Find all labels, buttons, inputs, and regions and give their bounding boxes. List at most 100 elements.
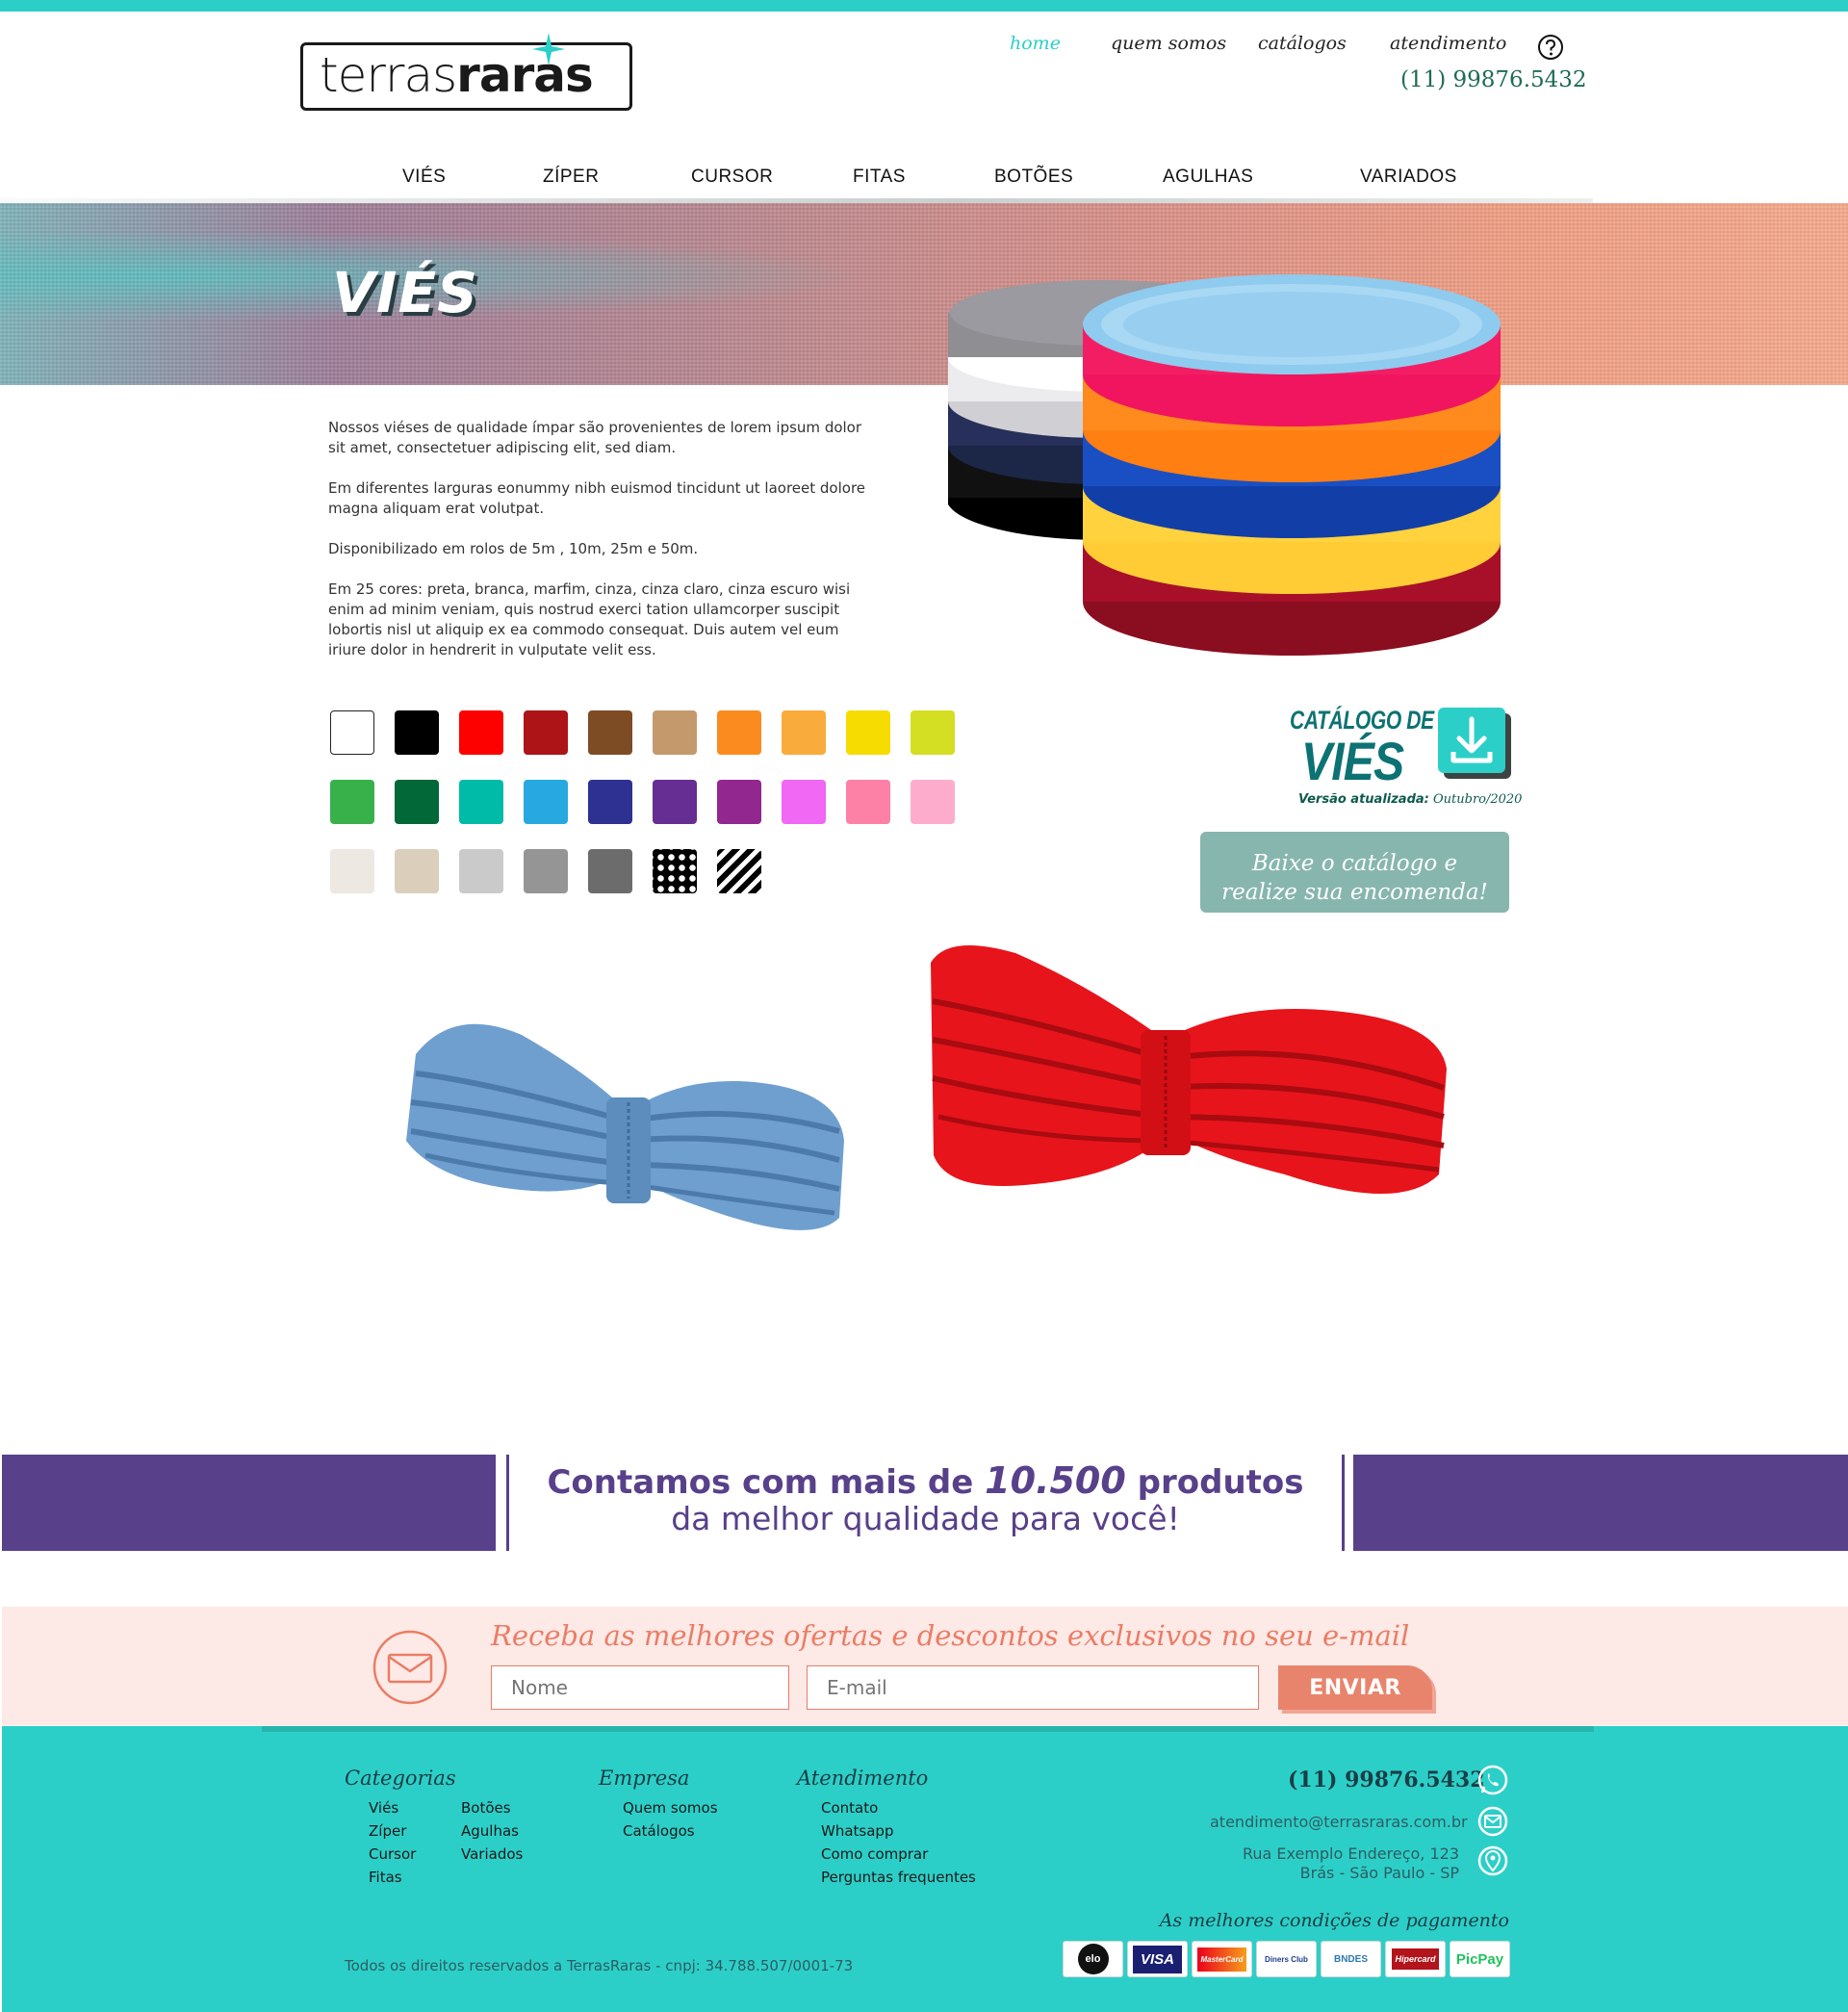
footer-link-agulhas[interactable]: Agulhas bbox=[461, 1822, 519, 1840]
blue-zipper-image bbox=[406, 1023, 844, 1230]
color-swatch[interactable] bbox=[911, 710, 955, 755]
color-swatch[interactable] bbox=[717, 849, 761, 893]
intro-paragraph: Nossos viéses de qualidade ímpar são pro… bbox=[328, 419, 862, 456]
cat-botoes[interactable]: BOTÕES bbox=[994, 167, 1073, 188]
band-headline: Contamos com mais de 10.500 produtos bbox=[509, 1459, 1342, 1502]
color-swatch[interactable] bbox=[588, 710, 632, 755]
color-swatch[interactable] bbox=[330, 849, 374, 893]
footer-categorias-title: Categorias bbox=[345, 1767, 456, 1790]
footer-email[interactable]: atendimento@terrasraras.com.br bbox=[1210, 1813, 1468, 1831]
top-accent-strip bbox=[0, 0, 1848, 12]
color-swatch[interactable] bbox=[588, 849, 632, 893]
color-swatch[interactable] bbox=[588, 780, 632, 824]
band-number: 10.500 bbox=[985, 1459, 1126, 1502]
footer-link-faq[interactable]: Perguntas frequentes bbox=[821, 1869, 976, 1886]
help-icon[interactable] bbox=[1537, 34, 1564, 61]
footer-link-fitas[interactable]: Fitas bbox=[369, 1869, 402, 1886]
header-phone[interactable]: (11) 99876.5432 bbox=[1400, 67, 1587, 92]
footer-link-contato[interactable]: Contato bbox=[821, 1799, 878, 1817]
nav-atendimento[interactable]: atendimento bbox=[1390, 33, 1506, 54]
cat-cursor[interactable]: CURSOR bbox=[691, 167, 773, 188]
color-swatch[interactable] bbox=[330, 780, 374, 824]
hipercard-logo: Hipercard bbox=[1392, 1948, 1439, 1970]
footer-link-variados[interactable]: Variados bbox=[461, 1845, 523, 1863]
footer-link-quem-somos[interactable]: Quem somos bbox=[623, 1799, 718, 1817]
payment-bndes: BNDES bbox=[1321, 1941, 1381, 1977]
bias-tape-rolls-image bbox=[948, 274, 1501, 656]
footer-link-whatsapp[interactable]: Whatsapp bbox=[821, 1822, 893, 1840]
page-title: VIÉS bbox=[332, 260, 478, 325]
color-swatch[interactable] bbox=[653, 780, 697, 824]
intro-paragraph: Disponibilizado em rolos de 5m , 10m, 25… bbox=[328, 540, 699, 557]
band-text-a: Contamos com mais de bbox=[547, 1463, 986, 1502]
picpay-logo: PicPay bbox=[1455, 1950, 1504, 1968]
footer-phone[interactable]: (11) 99876.5432 bbox=[1288, 1767, 1485, 1793]
payment-visa: VISA bbox=[1127, 1941, 1188, 1977]
payment-mastercard: MasterCard bbox=[1192, 1941, 1252, 1977]
intro-paragraph: Em 25 cores: preta, branca, marfim, cinz… bbox=[328, 580, 851, 658]
footer-top-shadow bbox=[262, 1726, 1594, 1732]
color-swatch[interactable] bbox=[653, 710, 697, 755]
footer-link-vies[interactable]: Viés bbox=[369, 1799, 398, 1817]
logo-star-icon bbox=[532, 33, 565, 65]
color-swatch[interactable] bbox=[717, 710, 761, 755]
nav-home[interactable]: home bbox=[1010, 33, 1061, 54]
band-text-b: produtos bbox=[1125, 1463, 1304, 1502]
logo-bold-text: raras bbox=[456, 47, 594, 103]
footer-link-botoes[interactable]: Botões bbox=[461, 1799, 511, 1817]
bndes-logo: BNDES bbox=[1333, 1953, 1368, 1965]
color-swatch[interactable] bbox=[524, 849, 568, 893]
color-swatch[interactable] bbox=[524, 710, 568, 755]
footer-link-cursor[interactable]: Cursor bbox=[369, 1845, 416, 1863]
color-swatch[interactable] bbox=[395, 780, 439, 824]
red-zipper-image bbox=[931, 945, 1447, 1194]
color-swatch[interactable] bbox=[782, 710, 826, 755]
color-swatch[interactable] bbox=[459, 849, 503, 893]
band-divider-right bbox=[1342, 1455, 1345, 1551]
color-swatch[interactable] bbox=[846, 780, 890, 824]
footer-link-catalogos[interactable]: Catálogos bbox=[623, 1822, 695, 1840]
email-icon[interactable] bbox=[1476, 1805, 1509, 1838]
band-left-block bbox=[2, 1455, 496, 1551]
color-swatch[interactable] bbox=[524, 780, 568, 824]
address-line-1: Rua Exemplo Endereço, 123 bbox=[1242, 1844, 1459, 1863]
color-swatch[interactable] bbox=[395, 849, 439, 893]
color-swatch[interactable] bbox=[653, 849, 697, 893]
color-swatch[interactable] bbox=[846, 710, 890, 755]
cat-fitas[interactable]: FITAS bbox=[853, 167, 906, 188]
logo-light-text: terras bbox=[320, 47, 457, 103]
elo-logo: elo bbox=[1077, 1944, 1109, 1974]
cat-variados[interactable]: VARIADOS bbox=[1360, 167, 1457, 188]
cat-agulhas[interactable]: AGULHAS bbox=[1163, 167, 1253, 188]
footer-link-como-comprar[interactable]: Como comprar bbox=[821, 1845, 928, 1863]
payment-diners: Diners Club bbox=[1256, 1941, 1317, 1977]
newsletter-submit-button[interactable]: ENVIAR bbox=[1278, 1665, 1432, 1710]
download-icon[interactable] bbox=[1438, 708, 1511, 779]
visa-logo: VISA bbox=[1132, 1945, 1182, 1973]
address-line-2: Brás - São Paulo - SP bbox=[1299, 1864, 1459, 1882]
color-swatch[interactable] bbox=[782, 780, 826, 824]
newsletter-name-input[interactable] bbox=[491, 1665, 789, 1710]
color-swatch[interactable] bbox=[717, 780, 761, 824]
footer-link-ziper[interactable]: Zíper bbox=[369, 1822, 406, 1840]
footer-address: Rua Exemplo Endereço, 123 Brás - São Pau… bbox=[1155, 1844, 1459, 1883]
color-swatch[interactable] bbox=[911, 780, 955, 824]
color-swatch[interactable] bbox=[330, 710, 374, 755]
catalog-button-line1: Baixe o catálogo e bbox=[1251, 851, 1458, 876]
band-right-block bbox=[1353, 1455, 1848, 1551]
band-subline: da melhor qualidade para você! bbox=[671, 1500, 1180, 1537]
payment-picpay: PicPay bbox=[1450, 1941, 1510, 1977]
cat-ziper[interactable]: ZÍPER bbox=[543, 167, 599, 188]
download-catalog-button[interactable]: Baixe o catálogo e realize sua encomenda… bbox=[1200, 832, 1509, 913]
newsletter-email-input[interactable] bbox=[807, 1665, 1259, 1710]
catalog-version: Versão atualizada: Outubro/2020 bbox=[1298, 792, 1522, 807]
whatsapp-icon[interactable] bbox=[1476, 1764, 1509, 1796]
catalog-title-main: VIÉS bbox=[1301, 731, 1404, 791]
color-swatch[interactable] bbox=[459, 780, 503, 824]
color-swatch[interactable] bbox=[459, 710, 503, 755]
location-pin-icon[interactable] bbox=[1476, 1844, 1509, 1877]
nav-quem-somos[interactable]: quem somos bbox=[1111, 33, 1226, 54]
nav-catalogos[interactable]: catálogos bbox=[1258, 33, 1347, 54]
color-swatch[interactable] bbox=[395, 710, 439, 755]
cat-vies[interactable]: VIÉS bbox=[402, 167, 446, 188]
